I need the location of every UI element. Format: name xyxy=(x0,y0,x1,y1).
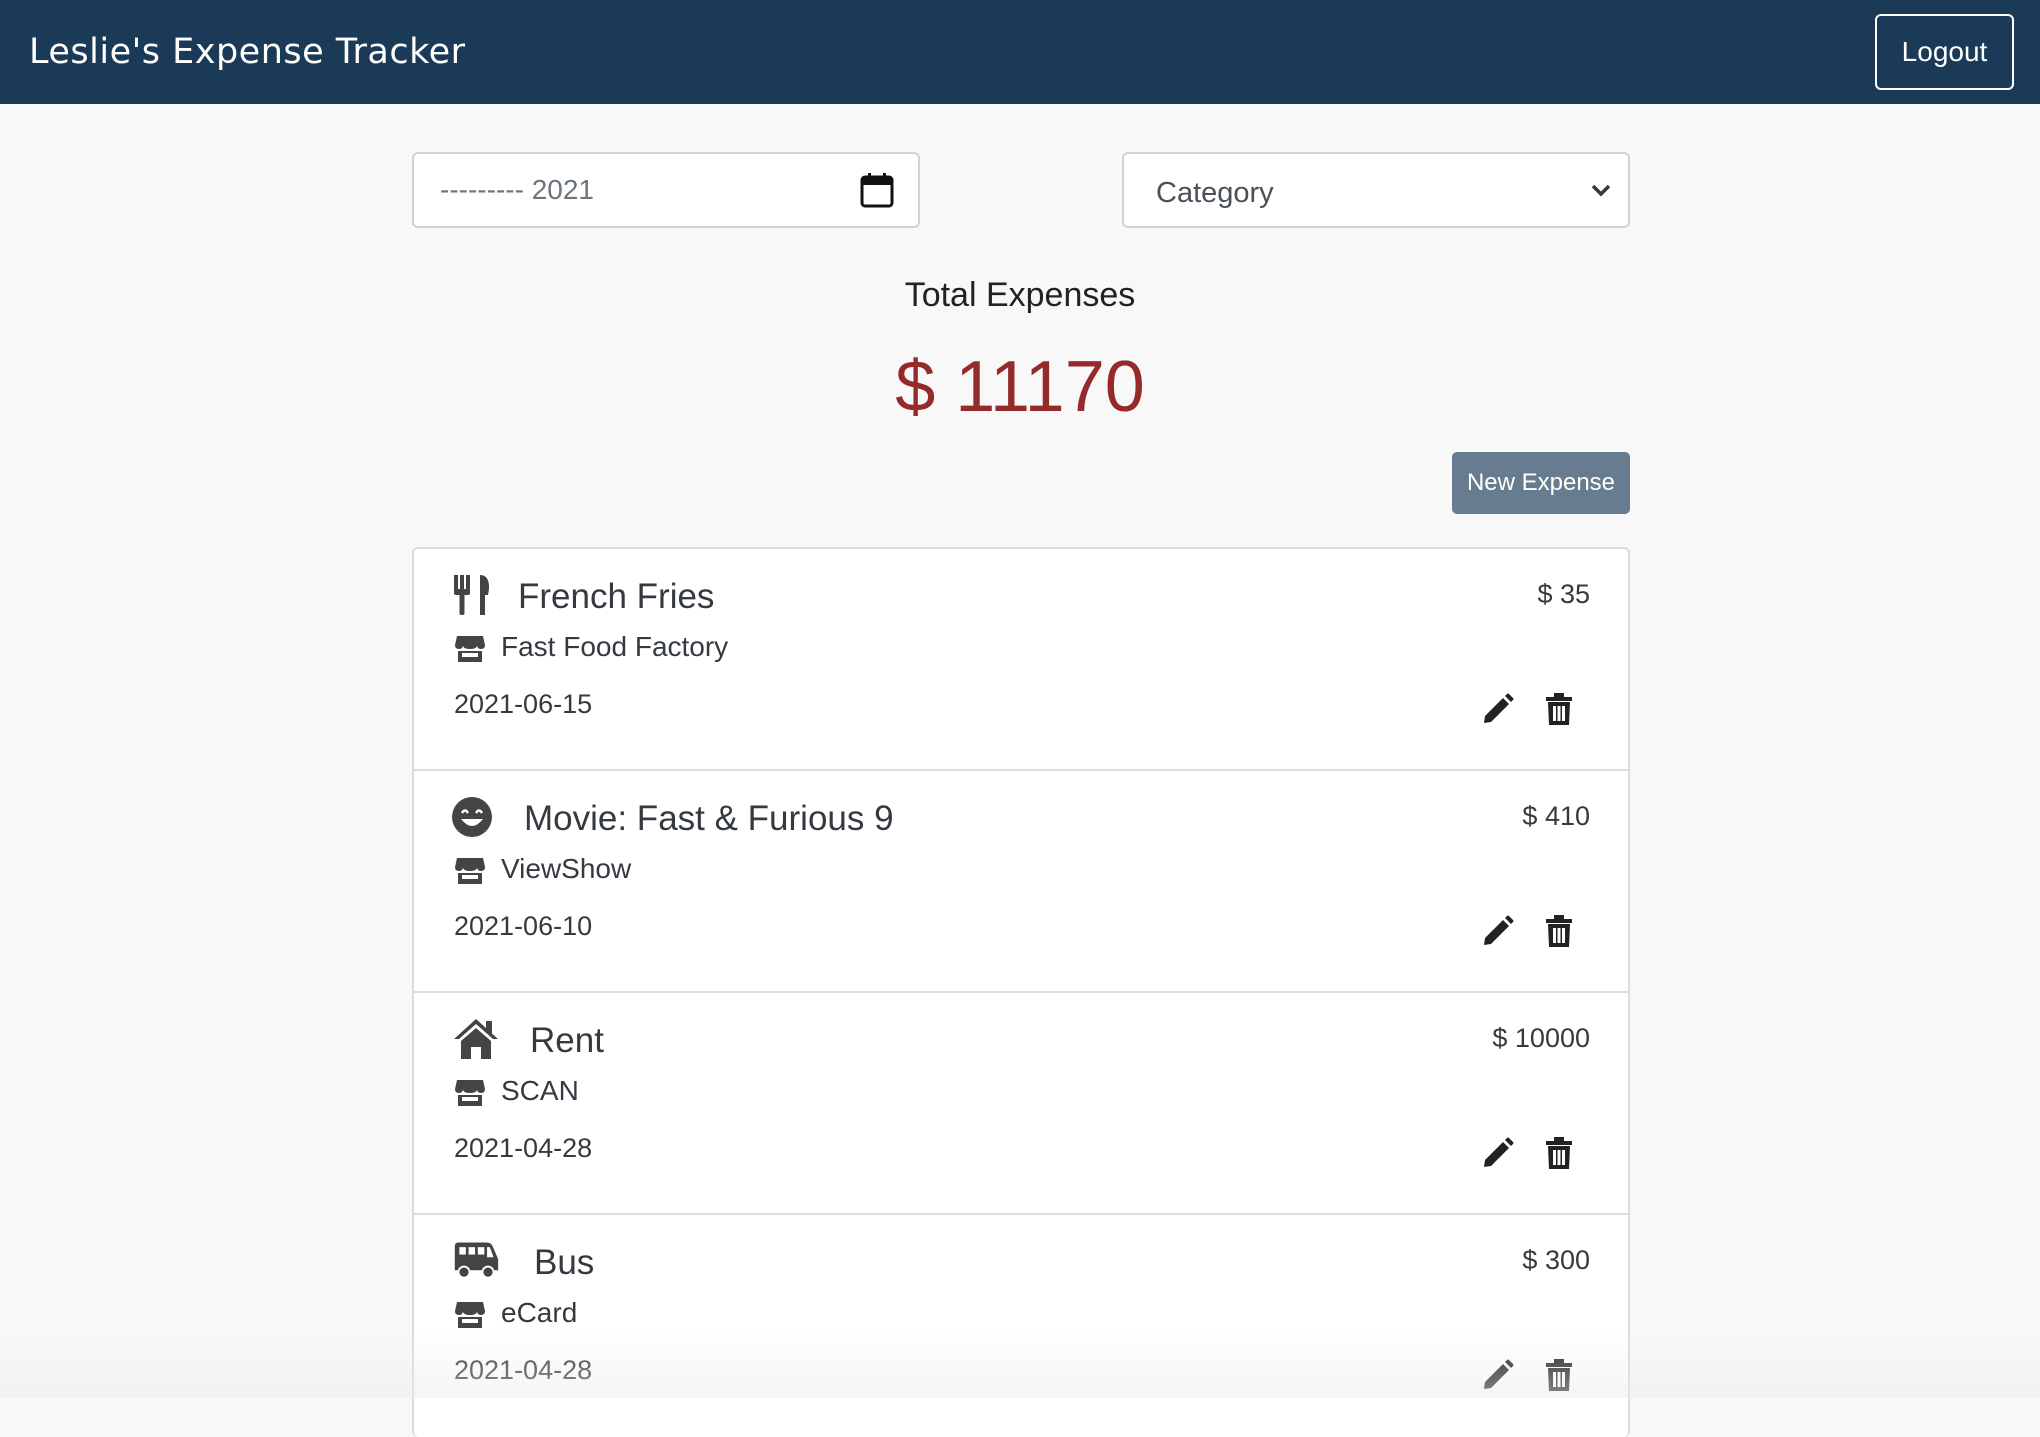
store-icon xyxy=(455,1080,485,1106)
expense-amount: $ 35 xyxy=(1537,579,1590,609)
trash-icon[interactable] xyxy=(1545,915,1573,947)
filters-bar: --------- 2021 Category xyxy=(412,152,1630,228)
pencil-icon[interactable] xyxy=(1482,693,1514,725)
logout-button[interactable]: Logout xyxy=(1875,14,2014,90)
trash-icon[interactable] xyxy=(1545,1359,1573,1391)
category-select-value: Category xyxy=(1156,176,1274,209)
expense-item: Movie: Fast & Furious 9 $ 410 ViewShow 2… xyxy=(414,771,1628,993)
expense-date: 2021-04-28 xyxy=(454,1133,593,1163)
pencil-icon[interactable] xyxy=(1482,1137,1514,1169)
pencil-icon[interactable] xyxy=(1482,1359,1514,1391)
app-title: Leslie's Expense Tracker xyxy=(29,32,466,72)
expense-amount: $ 10000 xyxy=(1492,1023,1590,1053)
trash-icon[interactable] xyxy=(1545,693,1573,725)
expense-date: 2021-04-28 xyxy=(454,1355,593,1385)
chevron-down-icon xyxy=(1591,184,1611,197)
home-icon xyxy=(454,1019,498,1059)
expense-title: Movie: Fast & Furious 9 xyxy=(524,799,894,838)
utensils-icon xyxy=(454,575,490,615)
expense-title: Rent xyxy=(530,1021,604,1060)
expense-title: French Fries xyxy=(518,577,715,616)
pencil-icon[interactable] xyxy=(1482,915,1514,947)
expense-vendor: SCAN xyxy=(501,1075,579,1106)
expense-amount: $ 410 xyxy=(1522,801,1590,831)
expense-amount: $ 300 xyxy=(1522,1245,1590,1275)
store-icon xyxy=(455,858,485,884)
month-input-value: --------- 2021 xyxy=(440,174,594,205)
store-icon xyxy=(455,1302,485,1328)
trash-icon[interactable] xyxy=(1545,1137,1573,1169)
new-expense-button[interactable]: New Expense xyxy=(1452,452,1630,514)
expense-item: Rent $ 10000 SCAN 2021-04-28 xyxy=(414,993,1628,1215)
expense-date: 2021-06-10 xyxy=(454,911,593,941)
expense-item: Bus $ 300 eCard 2021-04-28 xyxy=(414,1215,1628,1437)
expense-item: French Fries $ 35 Fast Food Factory 2021… xyxy=(414,549,1628,771)
expense-list: French Fries $ 35 Fast Food Factory 2021… xyxy=(412,547,1630,1437)
month-input[interactable]: --------- 2021 xyxy=(412,152,920,228)
expense-title: Bus xyxy=(534,1243,595,1282)
expense-vendor: ViewShow xyxy=(501,853,632,884)
smile-icon xyxy=(452,797,492,837)
expense-vendor: eCard xyxy=(501,1297,578,1328)
category-select[interactable]: Category xyxy=(1122,152,1630,228)
expense-date: 2021-06-15 xyxy=(454,689,593,719)
calendar-icon[interactable] xyxy=(860,172,894,208)
top-navbar: Leslie's Expense Tracker Logout xyxy=(0,0,2040,104)
expense-vendor: Fast Food Factory xyxy=(501,631,729,662)
store-icon xyxy=(455,636,485,662)
total-expenses-label: Total Expenses xyxy=(904,276,1136,314)
bus-icon xyxy=(454,1242,499,1279)
total-expenses-amount: $ 11170 xyxy=(895,347,1145,427)
